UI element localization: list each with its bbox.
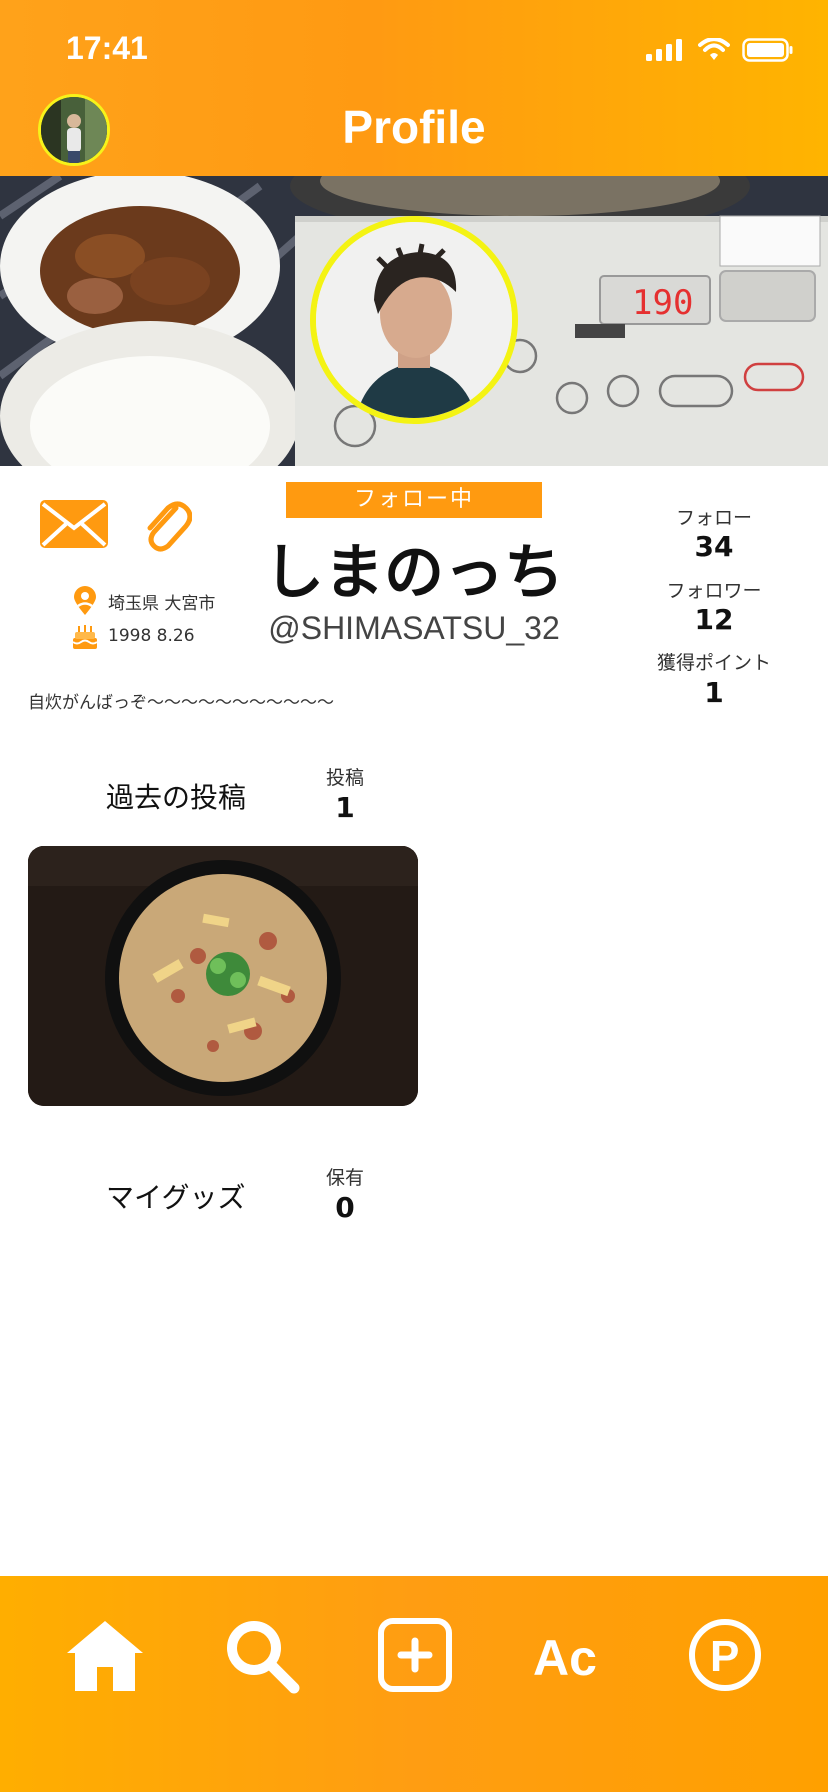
posts-count-label: 投稿: [325, 767, 364, 789]
stat-points-value: 1: [704, 676, 724, 709]
tab-add-post[interactable]: [360, 1600, 470, 1710]
wifi-icon: [698, 38, 730, 60]
stat-following-label[interactable]: フォロー: [634, 503, 794, 530]
posts-section-title: 過去の投稿: [106, 781, 247, 814]
svg-text:Ac: Ac: [533, 1630, 597, 1685]
stat-followers-value[interactable]: 12: [634, 603, 794, 636]
stat-followers-label[interactable]: フォロワー: [634, 576, 794, 603]
page-title: Profile: [342, 101, 486, 153]
battery-icon: [742, 38, 793, 62]
tab-account[interactable]: Ac: [516, 1600, 626, 1710]
add-post-icon: [378, 1618, 452, 1692]
svg-text:P: P: [710, 1632, 739, 1681]
stat-following-value[interactable]: 34: [634, 530, 794, 563]
bio-text: 自炊がんばっぞ〜〜〜〜〜〜〜〜〜〜〜: [28, 693, 334, 713]
tab-home[interactable]: [50, 1600, 160, 1710]
search-icon: [227, 1621, 300, 1694]
goods-section-title: マイグッズ: [106, 1181, 246, 1214]
posts-count-value: 1: [335, 791, 355, 824]
svg-text:190: 190: [632, 283, 693, 323]
home-icon: [67, 1621, 143, 1691]
tab-points[interactable]: P: [670, 1600, 780, 1710]
points-icon: P: [689, 1619, 761, 1691]
post-image: [28, 846, 418, 1106]
following-button[interactable]: フォロー中: [286, 482, 542, 518]
profile-avatar[interactable]: [310, 216, 518, 424]
stat-points-label: 獲得ポイント: [656, 652, 771, 674]
tab-search[interactable]: [206, 1600, 316, 1710]
signal-icon: [646, 39, 682, 61]
status-bar: 17:41: [0, 0, 828, 100]
ac-icon: Ac: [533, 1630, 597, 1685]
post-thumbnail[interactable]: [28, 846, 418, 1106]
profile-avatar-image: [316, 222, 512, 418]
goods-count-label: 保有: [325, 1167, 364, 1189]
goods-count-value: 0: [335, 1191, 355, 1224]
status-icons: [646, 34, 794, 66]
status-time: 17:41: [66, 30, 148, 66]
